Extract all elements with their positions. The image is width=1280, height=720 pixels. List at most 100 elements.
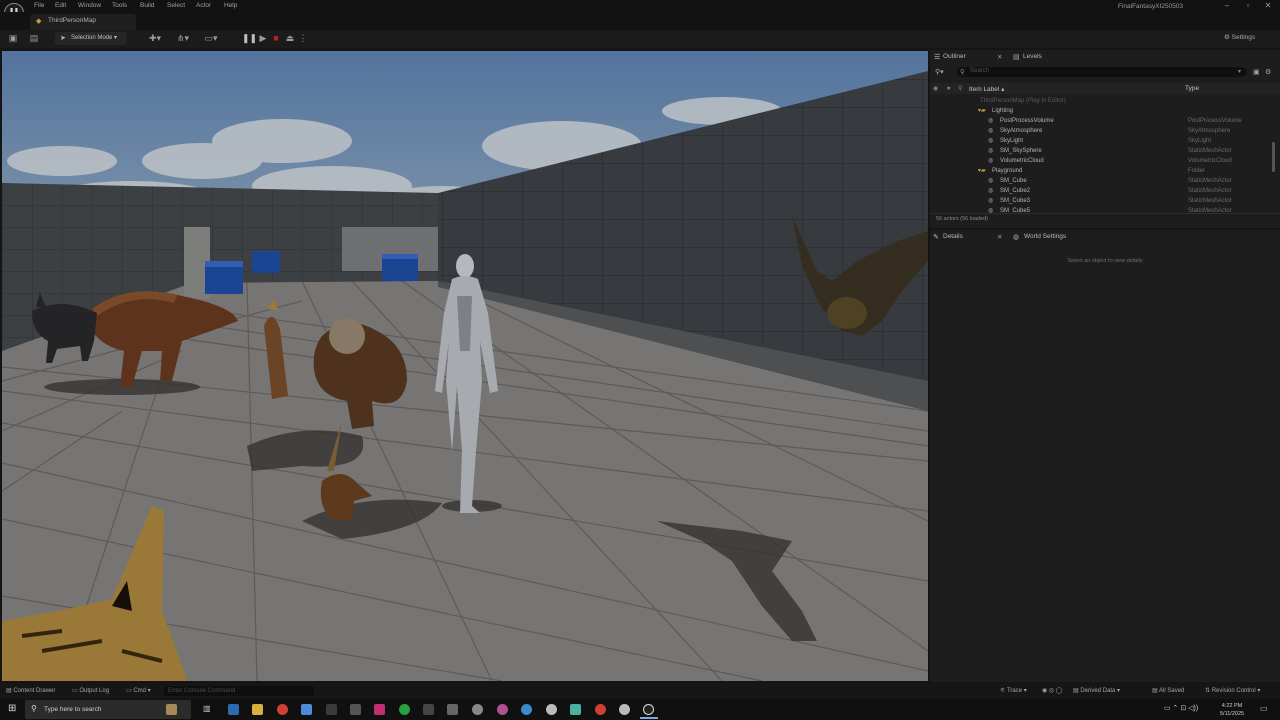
add-actor-icon[interactable]: ✚▾ [145,32,165,45]
trace-dropdown[interactable]: ⚟ Trace ▾ [1000,687,1027,694]
all-saved-button[interactable]: ▤ All Saved [1152,687,1184,694]
folder-icon[interactable]: ▾▰ [978,166,986,176]
outliner-row[interactable]: ◍ SkyLight SkyLight [930,136,1274,146]
unreal-taskbar-icon[interactable] [643,704,654,715]
stop-icon[interactable]: ■ [270,32,282,45]
cmd-dropdown[interactable]: ▭ Cmd ▾ [126,687,151,694]
add-folder-icon[interactable]: ▣ [1253,68,1260,76]
tab-outliner[interactable]: Outliner [943,53,966,60]
selection-mode-label: Selection Mode [71,35,113,41]
xbox-icon[interactable] [399,704,410,715]
cinematics-icon[interactable]: ▭▾ [201,32,221,45]
revision-control-label: Revision Control [1211,688,1256,694]
pin-tool-icon[interactable] [447,704,458,715]
editor-icon[interactable] [570,704,581,715]
minimize-icon[interactable]: – [1216,1,1238,11]
search-dropdown-icon[interactable]: ▾ [1238,68,1241,75]
outliner-icon: ☰ [934,54,941,61]
outliner-row[interactable]: ◍ SkyAtmosphere SkyAtmosphere [930,126,1274,136]
record-icon[interactable]: ◉ ◎ ◯ [1042,687,1063,694]
outliner-row[interactable]: ◍ SM_SkySphere StaticMeshActor [930,146,1274,156]
menu-select[interactable]: Select [167,2,185,9]
chrome-icon[interactable] [277,704,288,715]
menu-help[interactable]: Help [224,2,237,9]
blueprint-icon[interactable]: ⋔▾ [173,32,193,45]
folder-icon[interactable]: ▾▰ [978,106,986,116]
windows-start-icon[interactable]: ⊞ [8,703,16,714]
tray-icons[interactable]: ▭ ⌃ ⊡ ◁)) [1164,704,1198,712]
outliner-search-input[interactable] [957,67,1247,77]
eject-icon[interactable]: ⏏ [284,32,296,45]
taskbar-clock[interactable]: 4:22 PM 5/11/2025 [1220,702,1244,718]
outliner-row[interactable]: ◍ SM_Cube3 StaticMeshActor [930,196,1274,206]
tab-levels[interactable]: Levels [1023,53,1042,60]
content-browser-icon[interactable]: ▤ [28,32,40,45]
close-icon[interactable]: ✕ [1257,1,1279,11]
menu-tools[interactable]: Tools [112,2,127,9]
github-icon[interactable] [472,704,483,715]
outliner-row-label: PostProcessVolume [1000,118,1054,124]
tab-details[interactable]: Details [943,233,963,240]
column-item-label[interactable]: Item Label ▴ [969,85,1004,93]
output-log-button[interactable]: ▭ Output Log [72,687,109,694]
revision-control-button[interactable]: ⇅ Revision Control ▾ [1205,687,1260,694]
outliner-row[interactable]: ▾▰ Lighting [930,106,1274,116]
outliner-settings-icon[interactable]: ⚙ [1265,68,1271,76]
outliner-row[interactable]: ▾▰ Playground Folder [930,166,1274,176]
column-type[interactable]: Type [1185,85,1199,92]
tab-world-settings[interactable]: World Settings [1024,233,1066,240]
outliner-row[interactable]: ◍ PostProcessVolume PostProcessVolume [930,116,1274,126]
play-options-icon[interactable]: ⋮ [298,32,308,45]
filter-icon[interactable]: ⚲▾ [935,68,944,76]
steam-icon[interactable] [228,704,239,715]
outliner-row[interactable]: ◍ VolumetricCloud VolumetricCloud [930,156,1274,166]
outliner-row[interactable]: ◍ SM_Cube2 StaticMeshActor [930,186,1274,196]
outliner-row-type: StaticMeshActor [1188,208,1232,214]
outliner-scrollbar[interactable] [1272,142,1275,172]
level-viewport[interactable] [2,51,928,681]
outliner-row-type: VolumetricCloud [1188,158,1232,164]
step-icon[interactable]: ▶ [257,32,269,45]
maximize-icon[interactable]: ▫ [1237,1,1259,11]
outliner-row[interactable]: ◍ SM_Cube StaticMeshActor [930,176,1274,186]
save-icon[interactable]: ▣ [7,32,19,45]
rider-icon[interactable] [374,704,385,715]
menu-file[interactable]: File [34,2,44,9]
file-explorer-icon[interactable] [252,704,263,715]
outliner-row[interactable]: ◍ SM_Cube5 StaticMeshActor [930,206,1274,216]
tool-icon[interactable] [423,704,434,715]
menu-actor[interactable]: Actor [196,2,211,9]
epic-games-icon[interactable] [326,704,337,715]
menu-edit[interactable]: Edit [55,2,66,9]
obs-icon[interactable] [546,704,557,715]
favorite-icon[interactable]: ★ [946,85,951,92]
project-name: FinalFantasyXI250503 [1118,3,1184,10]
capture-icon[interactable] [619,704,630,715]
notification-icon[interactable]: ▭ [1260,704,1268,713]
trace-label: Trace [1006,688,1023,694]
chrome-window-icon[interactable] [595,704,606,715]
menu-window[interactable]: Window [78,2,101,9]
derived-data-button[interactable]: ▤ Derived Data ▾ [1073,687,1120,694]
actor-icon: ◍ [988,198,994,204]
close-details-icon[interactable]: ✕ [997,233,1002,241]
chrome-profile-icon[interactable] [497,704,508,715]
chrome-alt-icon[interactable] [521,704,532,715]
settings-button[interactable]: ⚙ Settings [1224,33,1255,41]
clock-date: 5/11/2025 [1220,711,1245,717]
content-drawer-button[interactable]: ▤ Content Drawer [6,687,55,694]
menu-build[interactable]: Build [140,2,154,9]
close-outliner-icon[interactable]: ✕ [997,53,1002,61]
pause-icon[interactable]: ❚❚ [242,32,257,45]
console-command-input[interactable]: Enter Console Command [164,686,314,696]
actor-icon: ◍ [988,158,994,164]
actor-icon: ◍ [988,118,994,124]
app-icon[interactable] [350,704,361,715]
visibility-icon[interactable]: ◉ [933,85,938,92]
outliner-row-type: SkyLight [1188,138,1212,144]
pin-icon[interactable]: ⚲ [958,85,962,92]
notepad-icon[interactable] [301,704,312,715]
actor-icon: ◍ [988,148,994,154]
outliner-row[interactable]: ThirdPersonMap (Play In Editor) [930,96,1274,106]
task-view-icon[interactable]: ▥ [203,704,211,713]
